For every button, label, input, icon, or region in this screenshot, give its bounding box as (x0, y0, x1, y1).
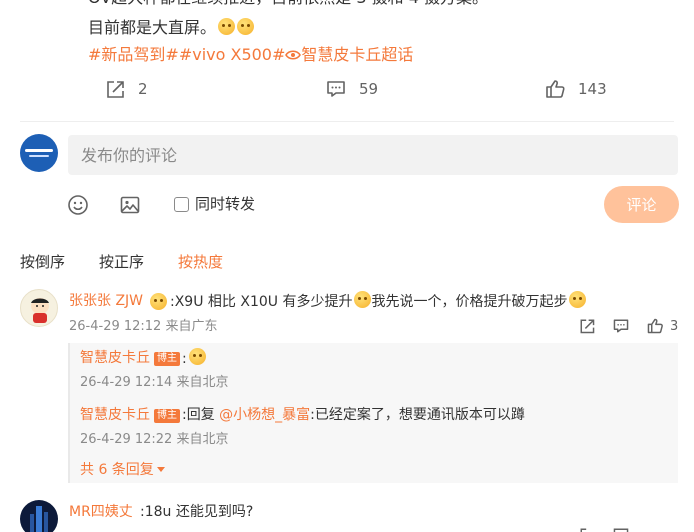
chevron-down-icon (156, 467, 165, 472)
emoji-icon (354, 291, 372, 308)
topic-tag[interactable]: #新品驾到##vivo X500# (88, 45, 285, 64)
emoji-icon (188, 348, 206, 365)
avatar[interactable] (20, 500, 58, 532)
repost-icon[interactable] (578, 526, 596, 532)
comment-button[interactable]: 59 (325, 78, 378, 100)
thumbs-up-icon[interactable] (646, 526, 664, 532)
reply-text: : (182, 348, 206, 369)
post-actions: 2 59 143 (0, 78, 694, 104)
tab-sort-desc[interactable]: 按倒序 (20, 252, 65, 272)
emoji-picker-icon[interactable] (67, 194, 89, 216)
post-text-line: OV超大杯都在继续推进，目前依然是 3 摄和 4 摄方案。 (88, 0, 488, 11)
emoji-icon (569, 291, 587, 308)
comment-username[interactable]: MR四姨丈 (69, 502, 133, 522)
comment-text: :18u 还能见到吗? (140, 504, 254, 520)
emoji-icon (218, 18, 236, 35)
comment-input[interactable] (68, 135, 678, 175)
comment-meta: 26-4-29 12:12 来自广东 (69, 319, 218, 334)
avatar-image (31, 298, 49, 323)
replies-panel: 智慧皮卡丘 博主 : 26-4-29 12:14 来自北京 智慧皮卡丘 博主 :回复… (68, 343, 678, 483)
like-button[interactable]: 143 (544, 78, 607, 100)
mention-link[interactable]: @小杨想_暴富 (219, 407, 310, 423)
comment-icon (327, 81, 345, 97)
my-avatar[interactable] (20, 134, 58, 172)
thumbs-up-icon (546, 80, 565, 98)
comment-icon[interactable] (612, 526, 630, 532)
reply-username[interactable]: 智慧皮卡丘 博主 (80, 348, 180, 368)
image-upload-icon[interactable] (119, 194, 141, 216)
reply-meta: 26-4-29 12:14 来自北京 (80, 375, 229, 390)
thumbs-up-icon[interactable] (646, 317, 664, 335)
repost-icon[interactable] (578, 317, 596, 335)
comment-icon[interactable] (612, 317, 630, 335)
more-replies-link[interactable]: 共 6 条回复 (80, 461, 165, 479)
post-tags[interactable]: #新品驾到##vivo X500# 智慧皮卡丘超话 (88, 43, 413, 67)
like-count: 143 (578, 80, 607, 98)
tab-sort-hot[interactable]: 按热度 (178, 252, 223, 272)
reply-text: :回复 @小杨想_暴富:已经定案了，想要通讯版本可以蹲 (182, 407, 525, 423)
reply-username[interactable]: 智慧皮卡丘 博主 (80, 405, 180, 425)
post-text: 目前都是大直屏。 (88, 18, 217, 37)
reply-meta: 26-4-29 12:22 来自北京 (80, 432, 229, 447)
avatar-image (30, 506, 48, 532)
post-text-line: 目前都是大直屏。 (88, 15, 255, 41)
submit-comment-button[interactable]: 评论 (604, 186, 679, 223)
user-badge-icon (150, 293, 167, 310)
repost-button[interactable]: 2 (104, 78, 148, 100)
super-topic-icon (285, 50, 302, 60)
avatar[interactable] (20, 289, 58, 327)
author-badge: 博主 (154, 409, 180, 423)
divider (20, 121, 674, 122)
author-badge: 博主 (154, 352, 180, 366)
repost-count: 2 (138, 80, 148, 98)
super-topic-link[interactable]: 智慧皮卡丘超话 (301, 45, 413, 64)
repost-label[interactable]: 同时转发 (195, 194, 255, 214)
tab-sort-asc[interactable]: 按正序 (99, 252, 144, 272)
comment-like-count: 3 (670, 319, 679, 334)
emoji-icon (237, 18, 255, 35)
repost-icon (107, 81, 124, 98)
comment-username[interactable]: 张张张 ZJW (69, 291, 143, 311)
repost-checkbox[interactable] (174, 197, 189, 212)
comment-count: 59 (359, 80, 379, 98)
comment-text: :X9U 相比 X10U 有多少提升 我先说一个，价格提升破万起步 (170, 291, 587, 312)
